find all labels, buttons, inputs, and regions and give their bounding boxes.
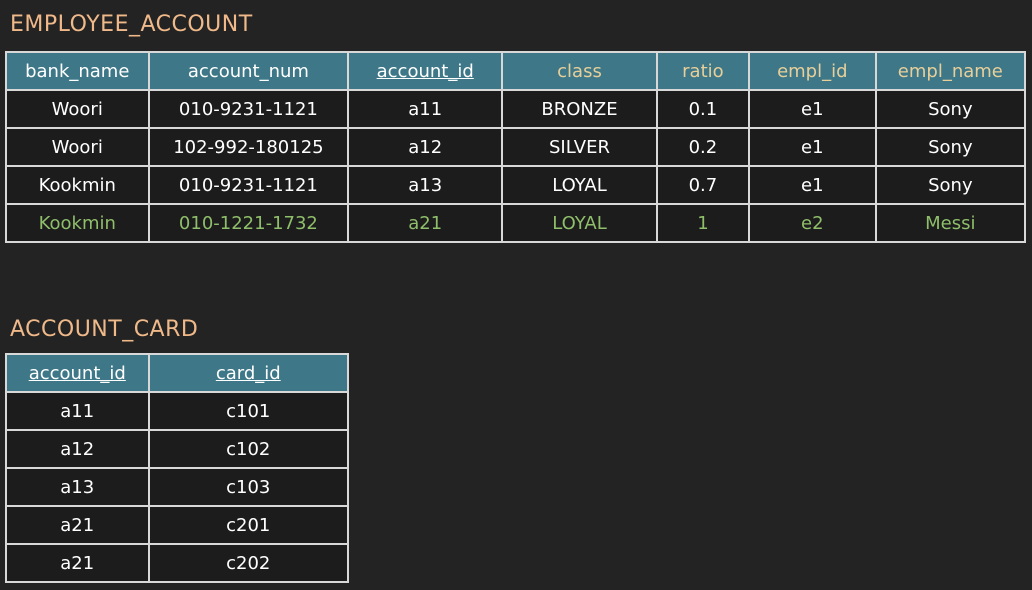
column-header-label: empl_name: [897, 60, 1003, 82]
account-card-cell-card-id: c202: [147, 543, 350, 583]
account-card-table: account_id card_id a11 c101 a12 c102 a13 c103 a2…: [5, 353, 350, 583]
employee-account-cell-ratio: 1: [655, 203, 750, 243]
employee-account-cell-empl-name: Sony: [874, 165, 1027, 205]
column-header-label: account_id: [376, 60, 474, 82]
employee-account-cell-ratio: 0.7: [655, 165, 750, 205]
column-header-label: account_id: [28, 362, 126, 384]
employee-account-row: Woori 010-9231-1121 a11 BRONZE 0.1 e1 Sony: [5, 89, 1027, 129]
account-card-cell-account-id: a21: [5, 505, 150, 545]
column-header-label: class: [557, 60, 602, 82]
employee-account-column-header: empl_id: [747, 51, 877, 91]
employee-account-cell-bank-name: Woori: [5, 89, 150, 129]
employee-account-cell-bank-name: Kookmin: [5, 165, 150, 205]
employee-account-cell-account-id: a12: [347, 127, 504, 167]
column-header-label: ratio: [682, 60, 724, 82]
employee-account-cell-bank-name: Kookmin: [5, 203, 150, 243]
employee-account-cell-account-num: 010-1221-1732: [147, 203, 350, 243]
employee-account-header-row: bank_name account_num account_id class ratio…: [5, 51, 1027, 91]
employee-account-cell-class: LOYAL: [501, 203, 658, 243]
employee-account-cell-account-id: a11: [347, 89, 504, 129]
employee-account-cell-empl-id: e1: [747, 165, 877, 205]
employee-account-row: Kookmin 010-9231-1121 a13 LOYAL 0.7 e1 Sony: [5, 165, 1027, 205]
account-card-header-row: account_id card_id: [5, 353, 350, 393]
employee-account-cell-empl-name: Sony: [874, 89, 1027, 129]
employee-account-cell-account-num: 010-9231-1121: [147, 165, 350, 205]
employee-account-cell-ratio: 0.2: [655, 127, 750, 167]
employee-account-cell-class: LOYAL: [501, 165, 658, 205]
employee-account-row: Kookmin 010-1221-1732 a21 LOYAL 1 e2 Messi: [5, 203, 1027, 243]
account-card-cell-card-id: c103: [147, 467, 350, 507]
employee-account-column-header: empl_name: [874, 51, 1027, 91]
account-card-row: a11 c101: [5, 391, 350, 431]
employee-account-cell-account-id: a13: [347, 165, 504, 205]
account-card-cell-card-id: c201: [147, 505, 350, 545]
employee-account-cell-ratio: 0.1: [655, 89, 750, 129]
account-card-row: a21 c202: [5, 543, 350, 583]
employee-account-cell-empl-id: e1: [747, 89, 877, 129]
employee-account-column-header: bank_name: [5, 51, 150, 91]
employee-account-cell-account-num: 102-992-180125: [147, 127, 350, 167]
employee-account-cell-bank-name: Woori: [5, 127, 150, 167]
employee-account-cell-class: BRONZE: [501, 89, 658, 129]
employee-account-title: EMPLOYEE_ACCOUNT: [10, 12, 253, 37]
employee-account-column-header: class: [501, 51, 658, 91]
employee-account-row: Woori 102-992-180125 a12 SILVER 0.2 e1 Sony: [5, 127, 1027, 167]
account-card-title: ACCOUNT_CARD: [10, 317, 199, 342]
account-card-cell-account-id: a21: [5, 543, 150, 583]
column-header-label: bank_name: [25, 60, 130, 82]
account-card-cell-account-id: a13: [5, 467, 150, 507]
account-card-row: a12 c102: [5, 429, 350, 469]
account-card-cell-account-id: a11: [5, 391, 150, 431]
employee-account-column-header: account_id: [347, 51, 504, 91]
account-card-cell-card-id: c101: [147, 391, 350, 431]
employee-account-cell-empl-name: Sony: [874, 127, 1027, 167]
account-card-column-header: card_id: [147, 353, 350, 393]
employee-account-cell-empl-id: e1: [747, 127, 877, 167]
employee-account-cell-account-id: a21: [347, 203, 504, 243]
employee-account-table: bank_name account_num account_id class ratio…: [5, 51, 1027, 243]
account-card-cell-card-id: c102: [147, 429, 350, 469]
column-header-label: account_num: [187, 60, 309, 82]
column-header-label: empl_id: [777, 60, 848, 82]
employee-account-cell-empl-name: Messi: [874, 203, 1027, 243]
employee-account-cell-empl-id: e2: [747, 203, 877, 243]
account-card-cell-account-id: a12: [5, 429, 150, 469]
account-card-row: a21 c201: [5, 505, 350, 545]
employee-account-column-header: account_num: [147, 51, 350, 91]
employee-account-cell-account-num: 010-9231-1121: [147, 89, 350, 129]
column-header-label: card_id: [215, 362, 281, 384]
account-card-row: a13 c103: [5, 467, 350, 507]
employee-account-cell-class: SILVER: [501, 127, 658, 167]
account-card-column-header: account_id: [5, 353, 150, 393]
employee-account-column-header: ratio: [655, 51, 750, 91]
